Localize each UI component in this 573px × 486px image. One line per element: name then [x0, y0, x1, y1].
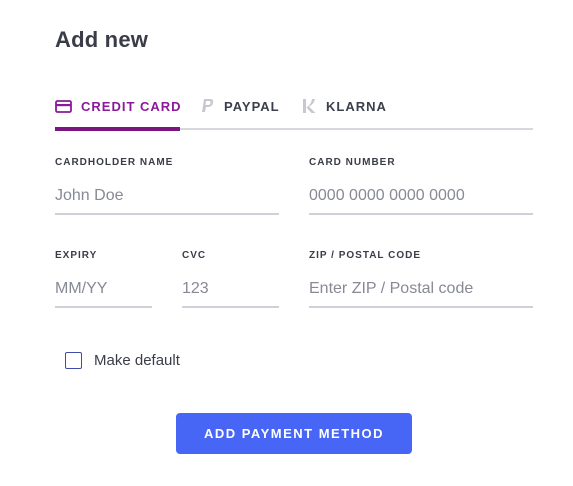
- tab-label: KLARNA: [326, 98, 387, 114]
- expiry-input[interactable]: [55, 272, 152, 308]
- zip-field: ZIP / POSTAL CODE: [309, 250, 533, 308]
- cardholder-name-field: CARDHOLDER NAME: [55, 157, 279, 215]
- expiry-label: EXPIRY: [55, 250, 98, 261]
- make-default-label: Make default: [94, 352, 180, 369]
- tab-label: CREDIT CARD: [81, 98, 182, 114]
- zip-label: ZIP / POSTAL CODE: [309, 250, 422, 261]
- credit-card-icon: [55, 99, 72, 113]
- tab-paypal[interactable]: PAYPAL: [200, 86, 280, 126]
- cardholder-name-label: CARDHOLDER NAME: [55, 157, 174, 168]
- tab-label: PAYPAL: [224, 98, 280, 114]
- active-tab-indicator: [55, 127, 180, 131]
- card-number-input[interactable]: [309, 179, 533, 215]
- card-number-field: CARD NUMBER: [309, 157, 533, 215]
- payment-method-tabs: CREDIT CARD PAYPAL KLARNA: [55, 86, 533, 131]
- make-default-checkbox[interactable]: [65, 352, 82, 369]
- page-title: Add new: [55, 27, 149, 52]
- make-default-row[interactable]: Make default: [65, 352, 180, 369]
- cvc-field: CVC: [182, 250, 279, 308]
- tab-klarna[interactable]: KLARNA: [302, 86, 387, 126]
- cardholder-name-input[interactable]: [55, 179, 279, 215]
- paypal-icon: [200, 98, 215, 114]
- klarna-icon: [302, 98, 317, 114]
- expiry-field: EXPIRY: [55, 250, 152, 308]
- zip-input[interactable]: [309, 272, 533, 308]
- cvc-label: CVC: [182, 250, 207, 261]
- cvc-input[interactable]: [182, 272, 279, 308]
- card-number-label: CARD NUMBER: [309, 157, 396, 168]
- tab-credit-card[interactable]: CREDIT CARD: [55, 86, 182, 126]
- add-payment-method-button[interactable]: ADD PAYMENT METHOD: [176, 413, 412, 454]
